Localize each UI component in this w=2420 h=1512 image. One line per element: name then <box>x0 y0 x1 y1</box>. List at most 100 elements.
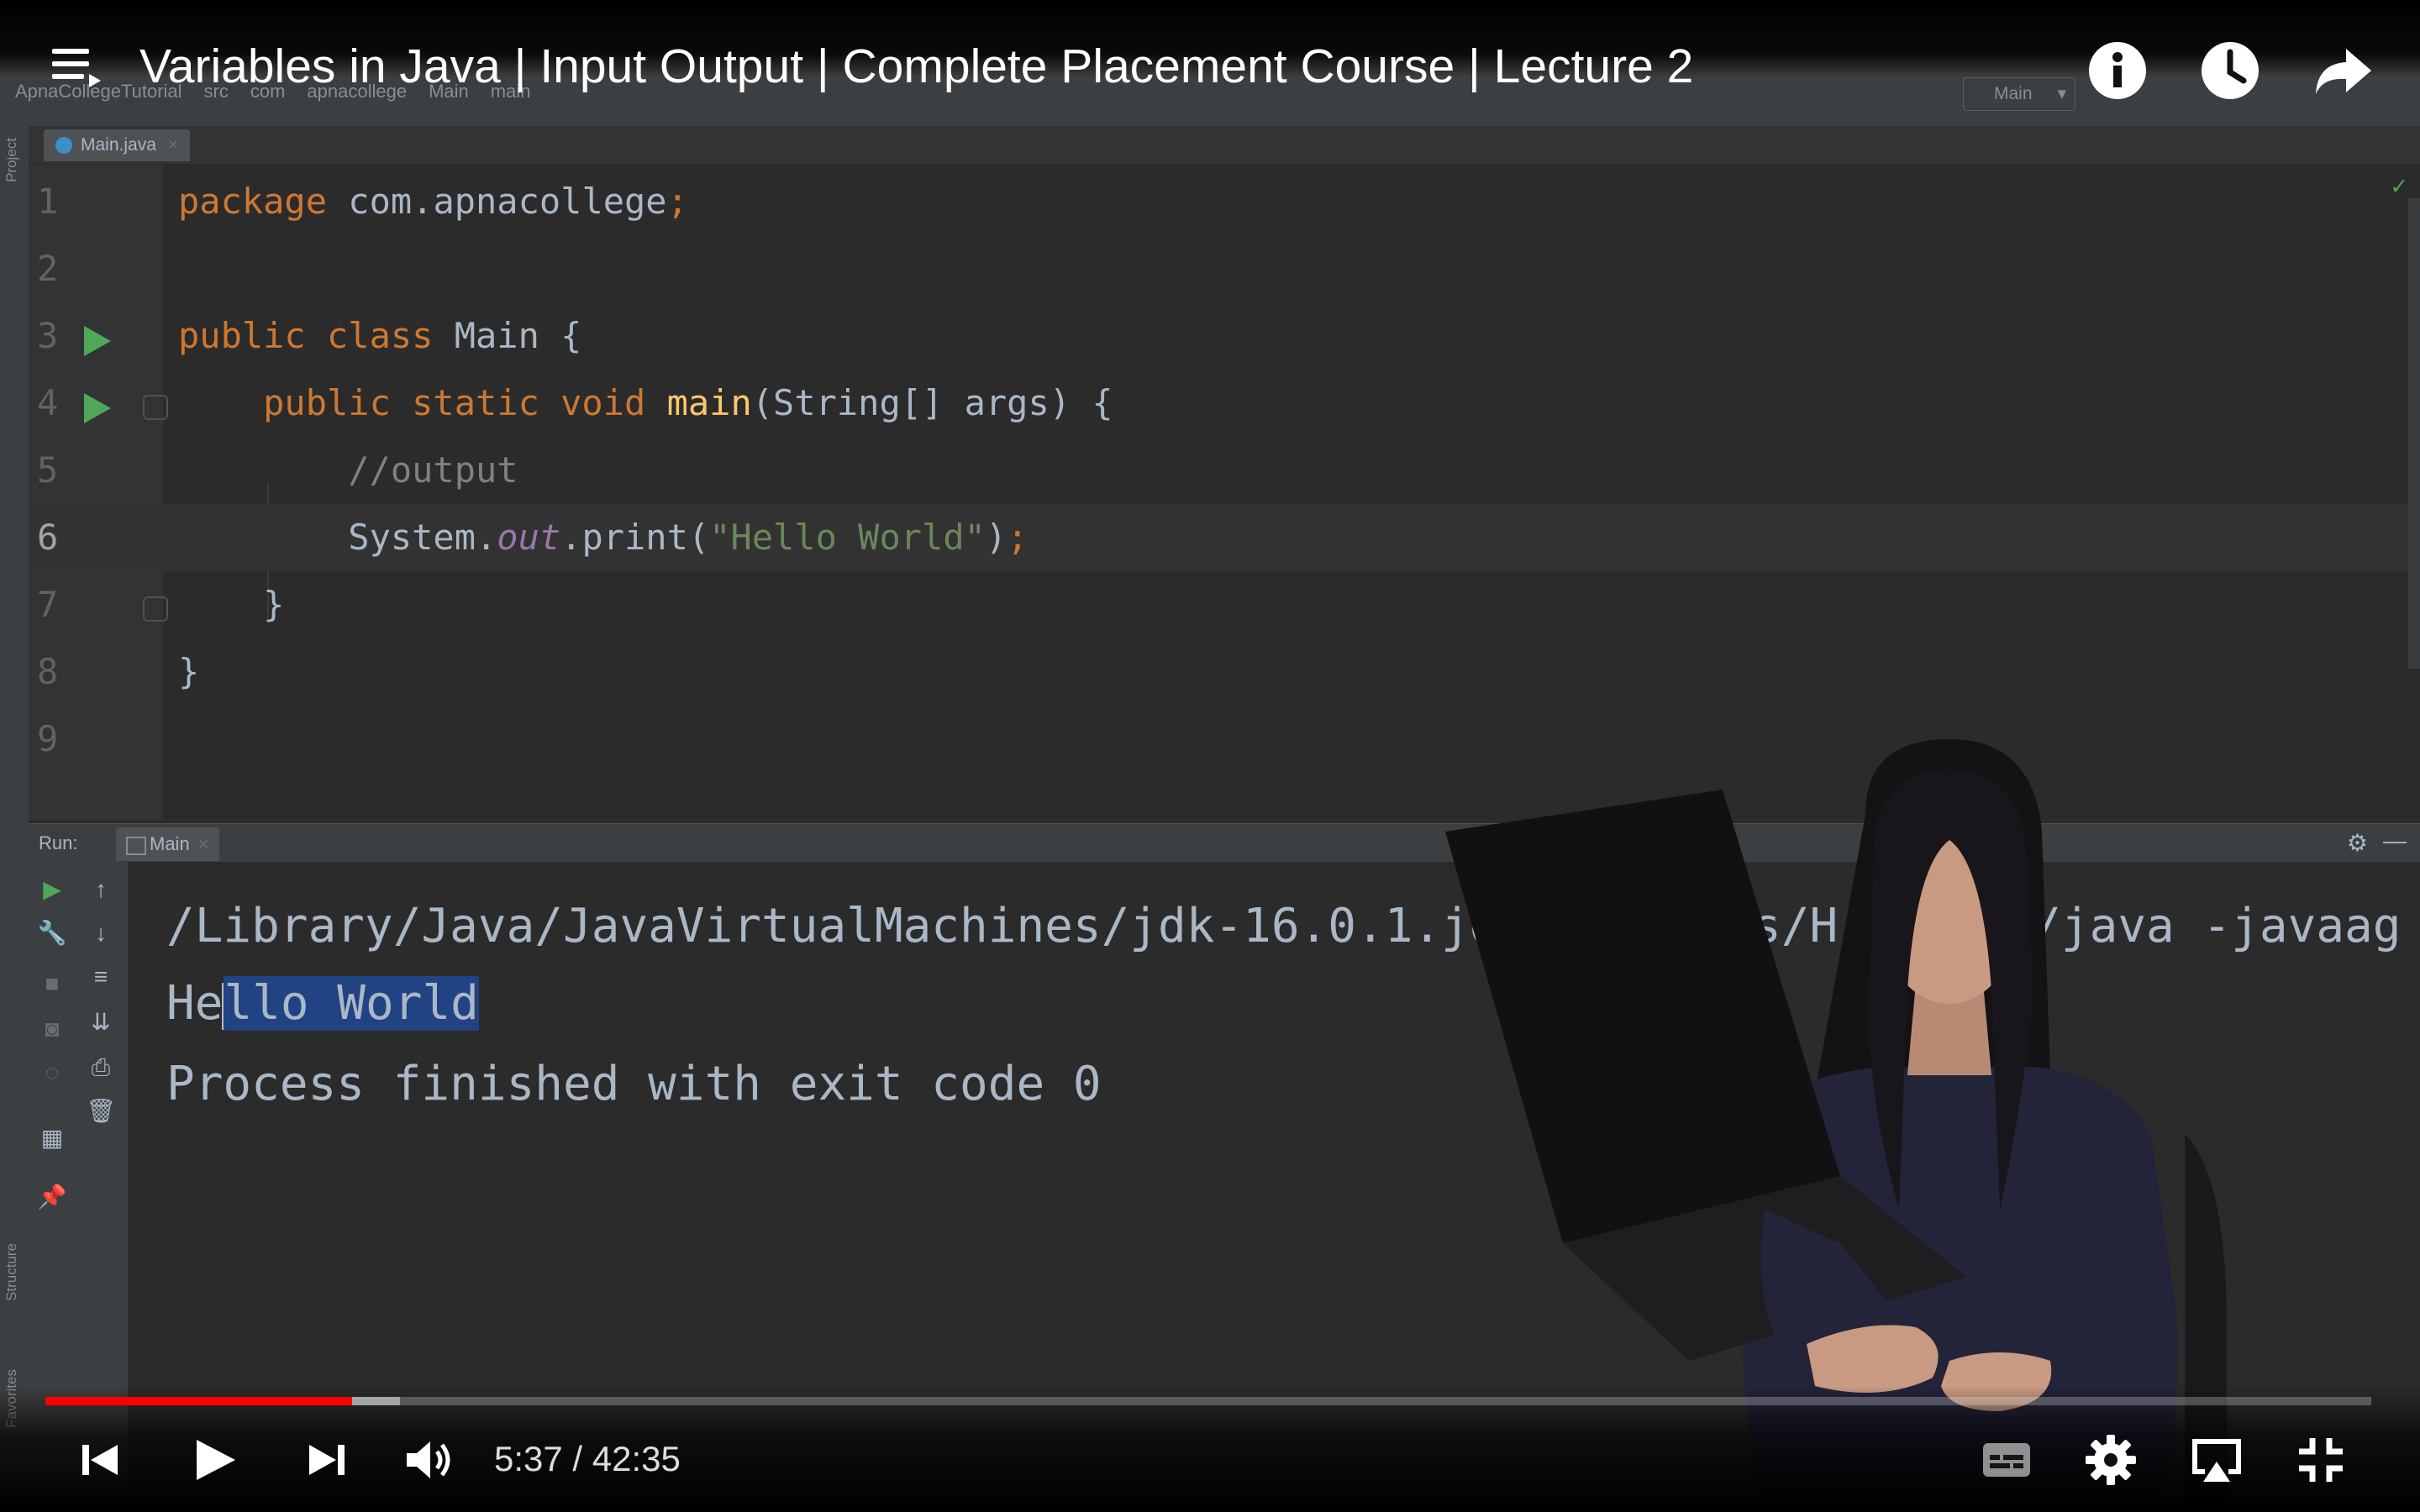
console-output-pre: He <box>166 976 224 1031</box>
code-editor[interactable]: 1 package com.apnacollege; 2 3 public class … <box>29 165 2420 820</box>
up-arrow-icon[interactable]: ↑ <box>86 877 116 902</box>
code-text: package com.apnacollege; <box>178 181 688 222</box>
code-token: Main { <box>454 315 582 356</box>
code-line[interactable]: 2 <box>29 235 2420 302</box>
stop-icon[interactable]: ■ <box>37 971 67 996</box>
play-icon[interactable] <box>187 1433 240 1487</box>
code-token: ; <box>666 181 688 222</box>
check-icon: ✓ <box>2391 171 2407 201</box>
console-output-line: Hello World <box>166 974 479 1033</box>
code-line[interactable]: 3 public class Main { <box>29 302 2420 370</box>
exit-fullscreen-icon[interactable] <box>2294 1433 2348 1487</box>
line-number: 1 <box>37 181 59 222</box>
print-icon[interactable]: ⎙ <box>86 1055 116 1080</box>
code-line[interactable]: 8} <box>29 638 2420 706</box>
code-token: public class <box>178 315 455 356</box>
code-text: public class Main { <box>178 316 581 356</box>
run-config-label: Main <box>1994 84 2033 103</box>
code-token: } <box>178 651 200 692</box>
next-icon[interactable] <box>299 1433 353 1487</box>
camera-icon[interactable]: ◙ <box>37 1016 67 1042</box>
time-total: 42:35 <box>592 1439 681 1478</box>
info-icon[interactable] <box>2087 40 2148 101</box>
layout-icon[interactable]: ▦ <box>37 1126 67 1151</box>
selected-text-a: l <box>224 976 253 1031</box>
run-config-select[interactable]: Main ▾ <box>1963 77 2075 111</box>
editor-tab-main-java[interactable]: Main.java × <box>44 129 191 161</box>
share-icon[interactable] <box>2312 40 2373 101</box>
line-number: 6 <box>37 517 59 558</box>
subtitles-icon[interactable] <box>1980 1433 2033 1487</box>
editor-scrollbar[interactable] <box>2408 198 2420 669</box>
soft-wrap-icon[interactable]: ≡ <box>86 964 116 990</box>
code-token: System. <box>178 517 497 558</box>
run-label: Run: <box>39 832 78 853</box>
line-number: 4 <box>37 382 59 423</box>
code-token: "Hello World" <box>709 517 986 558</box>
run-tab-main[interactable]: Main × <box>116 827 219 861</box>
line-number: 9 <box>37 718 59 759</box>
progress-played <box>45 1397 352 1405</box>
code-text: } <box>178 652 199 692</box>
pin-icon[interactable]: 📌 <box>37 1184 67 1210</box>
code-text: } <box>178 585 284 625</box>
code-token: } <box>178 584 285 625</box>
time-display: 5:37 / 42:35 <box>494 1436 681 1482</box>
chevron-down-icon: ▾ <box>2057 84 2066 103</box>
menu-icon[interactable] <box>52 49 101 87</box>
scroll-to-end-icon[interactable]: ⇊ <box>86 1010 116 1035</box>
code-line[interactable]: 5 //output <box>29 437 2420 504</box>
code-token: main <box>666 382 752 423</box>
code-text: public static void main(String[] args) { <box>178 383 1113 423</box>
code-token: //output <box>178 449 518 491</box>
line-number: 3 <box>37 315 59 356</box>
project-tool-label[interactable]: Project <box>3 138 20 182</box>
line-number: 2 <box>37 248 59 289</box>
code-token: ) <box>985 517 1007 558</box>
code-line[interactable]: 4 public static void main(String[] args)… <box>29 370 2420 437</box>
settings-icon[interactable] <box>2084 1433 2138 1487</box>
exit-icon[interactable]: ◌ <box>37 1060 67 1085</box>
code-token: public static void <box>178 382 667 423</box>
code-line[interactable]: 7 } <box>29 571 2420 638</box>
wrench-icon[interactable]: 🔧 <box>37 921 67 946</box>
video-frame[interactable]: ApnaCollegeTutorial src com apnacollege Main… <box>0 0 2420 1512</box>
code-token: .print( <box>560 517 710 558</box>
progress-bar[interactable] <box>45 1397 2371 1405</box>
console-exit-line: Process finished with exit code 0 <box>166 1057 1102 1111</box>
rerun-icon[interactable]: ▶ <box>37 877 67 902</box>
trash-icon[interactable]: 🗑 <box>86 1099 116 1124</box>
code-line[interactable]: 6 System.out.print("Hello World"); <box>29 504 2420 571</box>
time-current: 5:37 <box>494 1439 563 1478</box>
code-token: package <box>178 181 328 222</box>
structure-tool-label[interactable]: Structure <box>3 1243 20 1301</box>
code-token: ; <box>1007 517 1028 558</box>
video-title[interactable]: Variables in Java | Input Output | Compl… <box>139 37 1693 96</box>
line-number: 8 <box>37 651 59 692</box>
volume-icon[interactable] <box>402 1433 455 1487</box>
tool-window-strip: Project Structure Favorites <box>0 126 29 1512</box>
editor-tab-label: Main.java <box>81 135 156 155</box>
fold-icon[interactable] <box>143 395 168 420</box>
close-icon[interactable]: × <box>168 135 178 155</box>
editor-tab-bar: Main.java × <box>29 126 2420 165</box>
run-gutter-icon[interactable] <box>84 393 111 423</box>
time-separator: / <box>562 1439 592 1478</box>
run-gutter-icon[interactable] <box>84 326 111 356</box>
code-text: System.out.print("Hello World"); <box>178 517 1028 558</box>
fold-icon[interactable] <box>143 596 168 622</box>
airplay-icon[interactable] <box>2190 1433 2244 1487</box>
code-token: (String[] args) { <box>751 382 1113 423</box>
down-arrow-icon[interactable]: ↓ <box>86 921 116 946</box>
code-token: com.apnacollege <box>327 181 667 222</box>
code-token: out <box>497 517 561 558</box>
line-number: 7 <box>37 584 59 625</box>
previous-icon[interactable] <box>74 1433 128 1487</box>
close-icon[interactable]: × <box>198 833 209 854</box>
code-line[interactable]: 1 package com.apnacollege; <box>29 168 2420 235</box>
line-number: 5 <box>37 449 59 491</box>
code-text: //output <box>178 450 518 491</box>
run-tab-label: Main <box>150 833 190 854</box>
selected-text-b: lo World <box>252 976 479 1031</box>
watch-later-icon[interactable] <box>2200 40 2260 101</box>
